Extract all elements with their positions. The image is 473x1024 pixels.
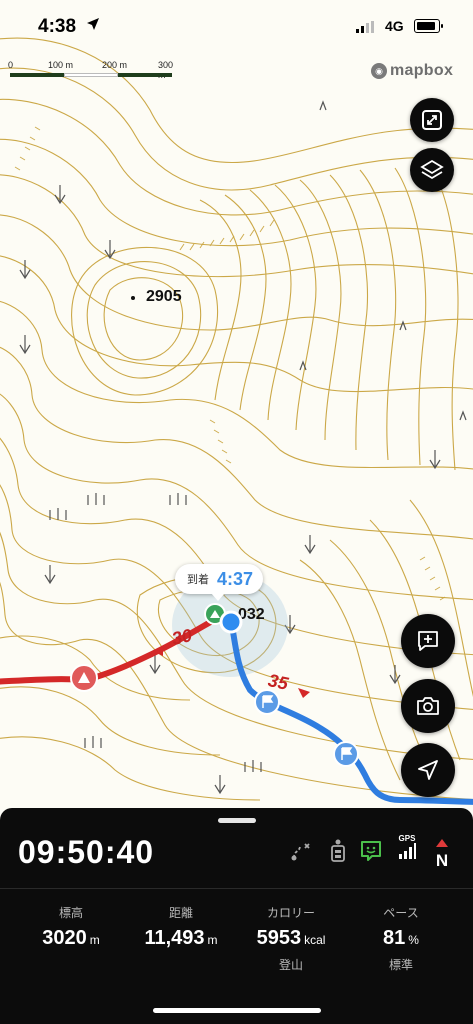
stat-value: 5953 xyxy=(256,927,302,949)
summit-elevation-label: 2905 xyxy=(146,288,182,305)
stat-distance: 距離 11,493 m xyxy=(122,904,240,950)
mapbox-logo-icon: ◉ xyxy=(371,63,387,79)
home-indicator[interactable] xyxy=(153,1008,321,1013)
stat-unit: kcal xyxy=(304,933,326,947)
location-arrow-icon xyxy=(87,18,99,30)
waypoint-flag-icon[interactable] xyxy=(332,740,360,768)
stat-pace: ペース 81% 標準 xyxy=(342,904,460,973)
camera-button[interactable] xyxy=(401,679,455,733)
route-icon[interactable] xyxy=(288,838,314,864)
status-time: 4:38 xyxy=(38,16,77,37)
navigate-button[interactable] xyxy=(401,743,455,797)
stat-calories: カロリー 5953 kcal 登山 xyxy=(232,904,350,973)
expand-icon xyxy=(422,110,442,130)
arrival-label: 到着 xyxy=(187,574,209,586)
map-scale: 0 100 m 200 m 300 m xyxy=(8,60,178,82)
scale-label: 100 m xyxy=(48,60,74,70)
add-note-button[interactable] xyxy=(401,614,455,668)
tracking-panel[interactable]: 09:50:40 GPS N 標高 3020 m 距離 11,493 m カロリー … xyxy=(0,808,473,1024)
scale-label: 200 m xyxy=(102,60,128,70)
arrival-time: 4:37 xyxy=(217,568,254,589)
scale-label: 300 m xyxy=(158,60,174,80)
gps-signal-icon[interactable]: GPS xyxy=(396,834,418,864)
stat-label: 距離 xyxy=(168,906,193,920)
gps-label: GPS xyxy=(398,834,416,843)
layers-icon xyxy=(420,159,444,180)
stat-unit: % xyxy=(408,933,419,947)
stat-unit: m xyxy=(207,933,218,947)
expand-map-button[interactable] xyxy=(410,98,454,142)
battery-icon[interactable] xyxy=(326,838,350,864)
arrival-callout[interactable]: 到着 4:37 xyxy=(175,564,263,601)
current-location-icon xyxy=(219,610,243,634)
stat-elevation: 標高 3020 m xyxy=(12,904,130,950)
waypoint-flag-icon[interactable] xyxy=(253,688,281,716)
summit-marker xyxy=(131,296,135,300)
start-point-icon[interactable] xyxy=(69,663,99,693)
scale-label: 0 xyxy=(8,60,14,70)
stat-value: 81 xyxy=(383,927,406,949)
compass-icon[interactable]: N xyxy=(432,834,452,869)
add-note-icon xyxy=(418,631,438,651)
network-type: 4G xyxy=(385,18,404,34)
map-view[interactable]: 4:38 4G 0 100 m 200 m 300 m ◉ mapbox 290… xyxy=(0,0,473,810)
message-icon[interactable] xyxy=(359,838,383,864)
cellular-signal-icon xyxy=(356,21,374,33)
elapsed-time: 09:50:40 xyxy=(18,834,155,870)
panel-drag-handle[interactable] xyxy=(218,818,256,823)
stat-sub: 登山 xyxy=(278,958,303,972)
stat-unit: m xyxy=(89,933,100,947)
navigate-icon xyxy=(418,760,438,780)
panel-divider xyxy=(0,888,473,889)
stat-label: カロリー xyxy=(266,906,315,920)
stat-label: ペース xyxy=(383,906,419,920)
status-bar: 4:38 4G xyxy=(0,0,473,52)
stat-value: 3020 xyxy=(42,927,87,949)
stat-label: 標高 xyxy=(58,906,83,920)
battery-icon xyxy=(414,19,443,33)
camera-icon xyxy=(417,697,439,715)
compass-label: N xyxy=(435,851,449,870)
stat-value: 11,493 xyxy=(144,927,205,949)
mapbox-attribution[interactable]: ◉ mapbox xyxy=(371,62,453,80)
stat-sub: 標準 xyxy=(388,958,413,972)
mapbox-text: mapbox xyxy=(390,62,454,79)
layers-button[interactable] xyxy=(410,148,454,192)
segment-time-label: 30 xyxy=(170,625,194,649)
